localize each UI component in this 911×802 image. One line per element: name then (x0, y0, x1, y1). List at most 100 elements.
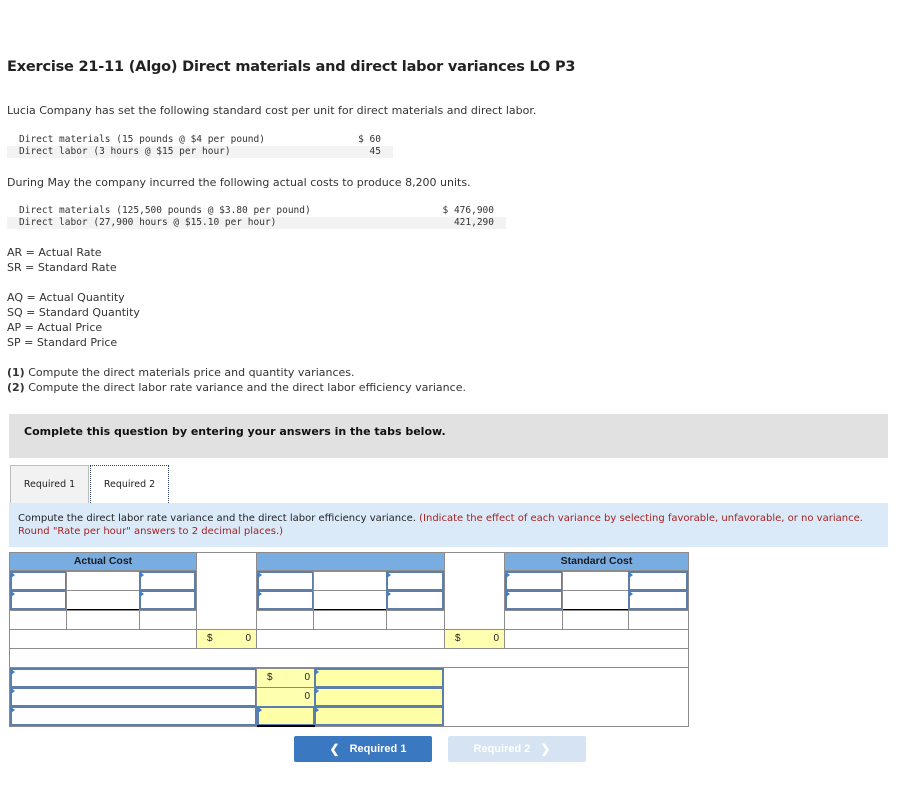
operator-cell (562, 571, 629, 591)
variance-label-select-3[interactable] (10, 706, 257, 726)
actual-hours-input[interactable] (10, 571, 67, 591)
cost-amount: 45 (333, 146, 393, 158)
variance-1-cell: $ 0 (256, 668, 315, 688)
totals-label-cell (256, 629, 445, 649)
blank-cell (504, 610, 563, 630)
variance-2-value: 0 (304, 691, 310, 702)
currency-symbol: $ (267, 672, 273, 683)
blank-cell (139, 610, 197, 630)
task-list: (1) Compute the direct materials price a… (7, 365, 466, 395)
definition: SR = Standard Rate (7, 261, 117, 274)
cost-amount: 421,290 (406, 217, 506, 229)
blank-cell (9, 610, 67, 630)
instructions-banner: Complete this question by entering your … (9, 414, 888, 458)
standard-hours-input[interactable] (505, 571, 563, 591)
cost-amount: $ 60 (358, 134, 381, 145)
prev-required-button[interactable]: ❮ Required 1 (294, 736, 432, 762)
total-1-cell: $ 0 (196, 629, 257, 649)
table-row: Direct labor (27,900 hours @ $15.10 per … (7, 217, 506, 229)
middle-rate-value-input[interactable] (386, 590, 444, 610)
operator-cell (313, 571, 387, 591)
variance-effect-select-3[interactable] (314, 706, 444, 726)
blank-cell (256, 610, 314, 630)
definition: SQ = Standard Quantity (7, 306, 140, 319)
table-row: Direct materials (15 pounds @ $4 per pou… (7, 134, 393, 146)
totals-label-cell (504, 629, 689, 649)
blank-cell (386, 610, 445, 630)
spacer-column (196, 552, 257, 630)
middle-header (256, 552, 445, 571)
currency-symbol: $ (455, 633, 461, 644)
actual-rate-value-input[interactable] (139, 590, 196, 610)
next-button-label: Required 2 (473, 743, 531, 755)
instruction-main: Compute the direct labor rate variance a… (18, 513, 420, 524)
middle-hours-value-input[interactable] (257, 590, 314, 610)
spacer-column (444, 552, 505, 630)
blank-cell (628, 610, 689, 630)
tab-required-2[interactable]: Required 2 (90, 465, 169, 503)
actual-rate-input[interactable] (139, 571, 196, 591)
standard-rate-value-input[interactable] (628, 590, 688, 610)
variance-label-select-1[interactable] (10, 668, 257, 688)
variance-worksheet: Actual Cost Standard Cost $ 0 $ 0 $ 0 0 (9, 552, 689, 727)
blank-cell (562, 610, 629, 630)
table-row: Direct materials (125,500 pounds @ $3.80… (7, 205, 506, 217)
total-2-value: 0 (493, 633, 499, 644)
chevron-left-icon: ❮ (329, 742, 340, 756)
banner-text: Complete this question by entering your … (24, 425, 446, 438)
blank-cell (313, 610, 387, 630)
definition: AP = Actual Price (7, 321, 103, 334)
operator-cell (562, 590, 629, 610)
definition: AQ = Actual Quantity (7, 291, 125, 304)
tab-instructions: Compute the direct labor rate variance a… (9, 503, 888, 547)
total-2-cell: $ 0 (444, 629, 505, 649)
blank-cell (66, 610, 140, 630)
quantity-definitions: AQ = Actual Quantity SQ = Standard Quant… (7, 290, 140, 350)
middle-rate-input[interactable] (386, 571, 444, 591)
actual-cost-table: Direct materials (125,500 pounds @ $3.80… (7, 205, 506, 229)
underline (314, 609, 386, 610)
variance-1-value: 0 (304, 672, 310, 683)
task-text: Compute the direct labor rate variance a… (24, 381, 466, 394)
variance-effect-select-2[interactable] (314, 687, 444, 707)
definition: AR = Actual Rate (7, 246, 102, 259)
next-required-button[interactable]: Required 2 ❯ (448, 736, 586, 762)
cost-label: Direct labor (3 hours @ $15 per hour) (7, 146, 334, 158)
actual-intro-text: During May the company incurred the foll… (7, 176, 471, 189)
task-text: Compute the direct materials price and q… (24, 366, 355, 379)
tab-required-1[interactable]: Required 1 (10, 465, 89, 503)
variance-effect-select-1[interactable] (314, 668, 444, 688)
actual-hours-value-input[interactable] (10, 590, 67, 610)
definition: SP = Standard Price (7, 336, 118, 349)
underline (67, 609, 139, 610)
table-row: Direct labor (3 hours @ $15 per hour) 45 (7, 146, 393, 158)
middle-hours-input[interactable] (257, 571, 314, 591)
underline (563, 609, 628, 610)
standard-rate-input[interactable] (628, 571, 688, 591)
task-item: (1) Compute the direct materials price a… (7, 365, 466, 380)
spacer-row (9, 648, 689, 668)
variance-2-cell: 0 (256, 687, 315, 707)
operator-cell (66, 571, 140, 591)
cost-label: Direct materials (15 pounds @ $4 per pou… (19, 134, 265, 145)
total-1-value: 0 (245, 633, 251, 644)
total-variance-input[interactable] (257, 706, 315, 726)
task-item: (2) Compute the direct labor rate varian… (7, 380, 466, 395)
cost-label: Direct materials (125,500 pounds @ $3.80… (19, 205, 311, 216)
currency-symbol: $ (207, 633, 213, 644)
actual-cost-header: Actual Cost (9, 552, 197, 571)
task-number: (1) (7, 366, 25, 379)
standard-cost-table: Direct materials (15 pounds @ $4 per pou… (7, 134, 393, 158)
chevron-right-icon: ❯ (540, 742, 551, 756)
totals-label-cell (9, 629, 197, 649)
page-title: Exercise 21-11 (Algo) Direct materials a… (7, 59, 576, 75)
standard-cost-header: Standard Cost (504, 552, 689, 571)
cost-label: Direct labor (27,900 hours @ $15.10 per … (7, 217, 407, 229)
intro-text: Lucia Company has set the following stan… (7, 104, 537, 117)
rate-definitions: AR = Actual Rate SR = Standard Rate (7, 245, 117, 275)
standard-hours-value-input[interactable] (505, 590, 563, 610)
task-number: (2) (7, 381, 25, 394)
variance-label-select-2[interactable] (10, 687, 257, 707)
operator-cell (313, 590, 387, 610)
operator-cell (66, 590, 140, 610)
